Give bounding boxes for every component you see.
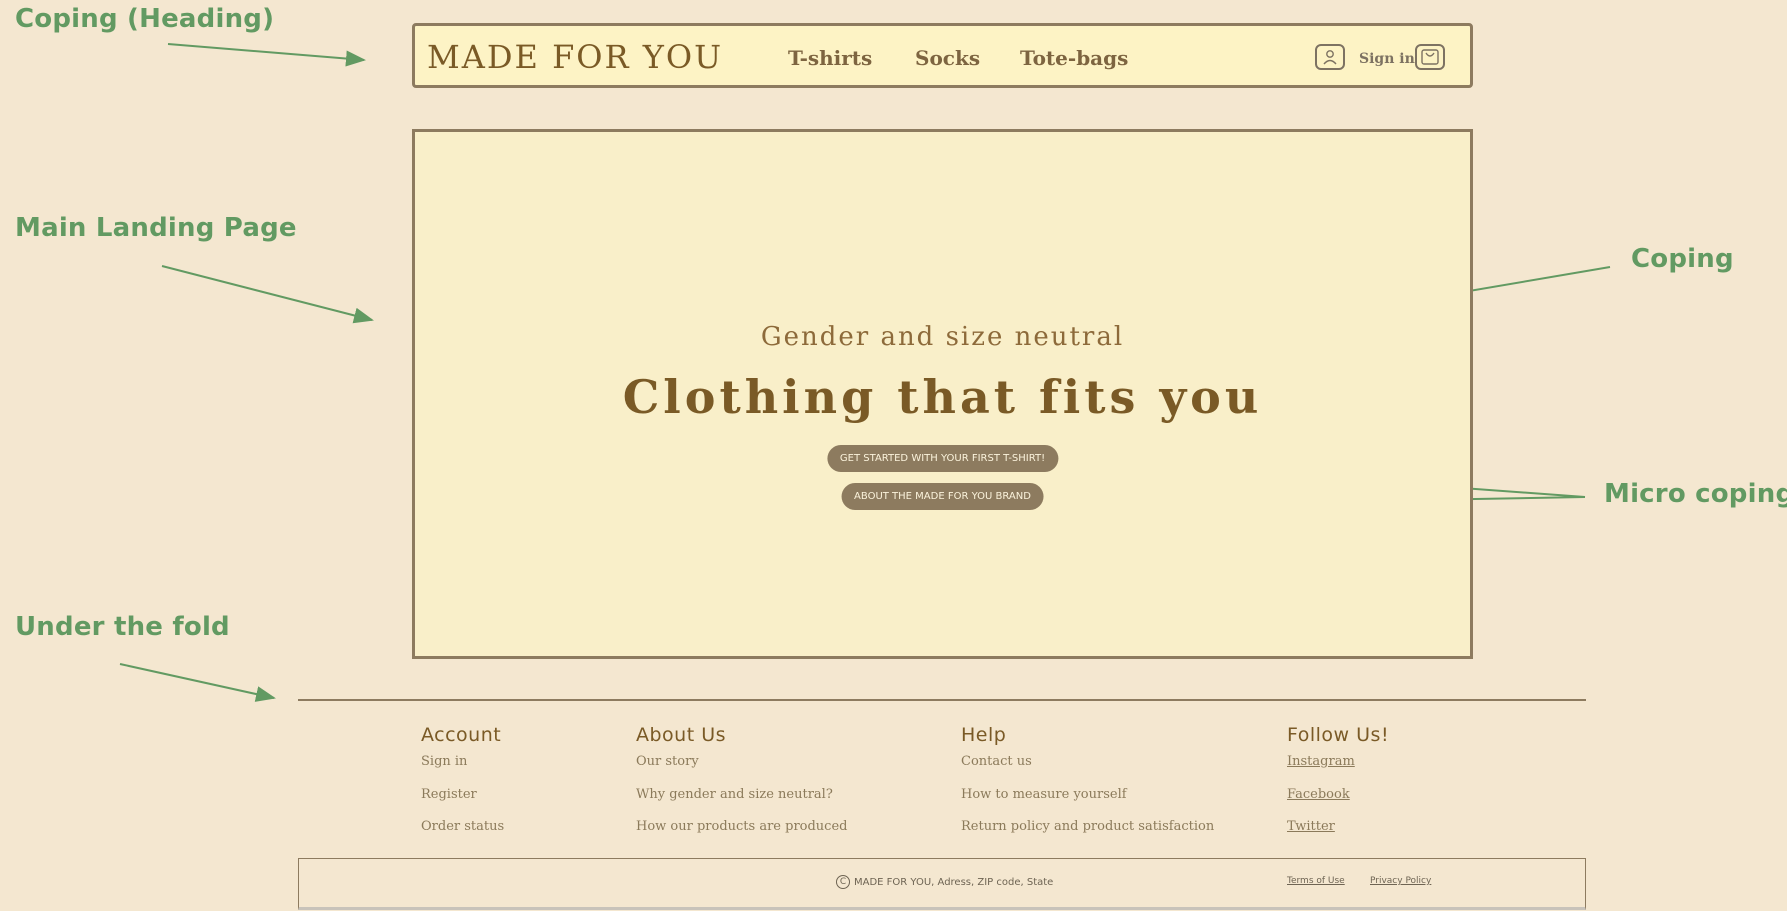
footer-divider [298, 699, 1586, 701]
nav-tshirts[interactable]: T-shirts [788, 46, 872, 70]
brand-logo[interactable]: MADE FOR YOU [427, 38, 723, 76]
annotation-under-fold: Under the fold [15, 612, 230, 642]
nav-socks[interactable]: Socks [915, 46, 980, 70]
hero-subtitle: Gender and size neutral [760, 322, 1125, 352]
footer-link-our-story[interactable]: Our story [636, 754, 847, 787]
footer-column-help: Help Contact us How to measure yourself … [961, 724, 1214, 852]
footer-heading: Account [421, 724, 502, 746]
footer-heading: Follow Us! [1287, 724, 1390, 746]
footer-heading: Help [961, 724, 1007, 746]
shopping-bag-icon[interactable] [1415, 44, 1445, 70]
footer-link-twitter[interactable]: Twitter [1287, 819, 1389, 852]
footer-link-contact[interactable]: Contact us [961, 754, 1214, 787]
footer-column-account: Account Sign in Register Order status [421, 724, 504, 852]
about-brand-button[interactable]: ABOUT THE MADE FOR YOU BRAND [841, 483, 1044, 510]
privacy-link[interactable]: Privacy Policy [1370, 876, 1431, 886]
footer-link-sign-in[interactable]: Sign in [421, 754, 504, 787]
annotation-coping: Coping [1631, 244, 1734, 274]
sign-in-link[interactable]: Sign in [1359, 51, 1415, 67]
footer-column-follow: Follow Us! Instagram Facebook Twitter [1287, 724, 1389, 852]
copyright-text: MADE FOR YOU, Adress, ZIP code, State [854, 876, 1054, 888]
terms-link[interactable]: Terms of Use [1287, 876, 1345, 886]
arrow-fold [119, 663, 276, 702]
hero-title-emphasis: you [1159, 370, 1263, 424]
nav-tote-bags[interactable]: Tote-bags [1020, 46, 1128, 70]
footer-link-instagram[interactable]: Instagram [1287, 754, 1389, 787]
footer-link-production[interactable]: How our products are produced [636, 819, 847, 852]
copyright-icon: C [836, 875, 850, 889]
footer-link-facebook[interactable]: Facebook [1287, 787, 1389, 820]
footer-link-register[interactable]: Register [421, 787, 504, 820]
get-started-button[interactable]: GET STARTED WITH YOUR FIRST T-SHIRT! [826, 445, 1059, 472]
hero-title: Clothing that fits you [415, 370, 1470, 424]
hero-section: Gender and size neutral Clothing that fi… [412, 129, 1473, 659]
footer-link-order-status[interactable]: Order status [421, 819, 504, 852]
arrow-main [161, 265, 374, 324]
annotation-micro-coping: Micro coping [1604, 479, 1787, 509]
copyright: C MADE FOR YOU, Adress, ZIP code, State [836, 875, 1053, 889]
footer-link-measure[interactable]: How to measure yourself [961, 787, 1214, 820]
annotation-heading: Coping (Heading) [15, 4, 275, 34]
footer-bottom-bar: C MADE FOR YOU, Adress, ZIP code, State … [298, 858, 1586, 910]
annotation-main-landing: Main Landing Page [15, 213, 297, 243]
footer-link-why-neutral[interactable]: Why gender and size neutral? [636, 787, 847, 820]
footer-heading: About Us [636, 724, 727, 746]
arrow-heading [167, 43, 366, 67]
site-header: MADE FOR YOU T-shirts Socks Tote-bags Si… [412, 23, 1473, 88]
hero-title-start: Clothing that fits [622, 370, 1160, 424]
user-icon[interactable] [1315, 44, 1345, 70]
footer-link-return-policy[interactable]: Return policy and product satisfaction [961, 819, 1214, 852]
footer-column-about: About Us Our story Why gender and size n… [636, 724, 847, 852]
